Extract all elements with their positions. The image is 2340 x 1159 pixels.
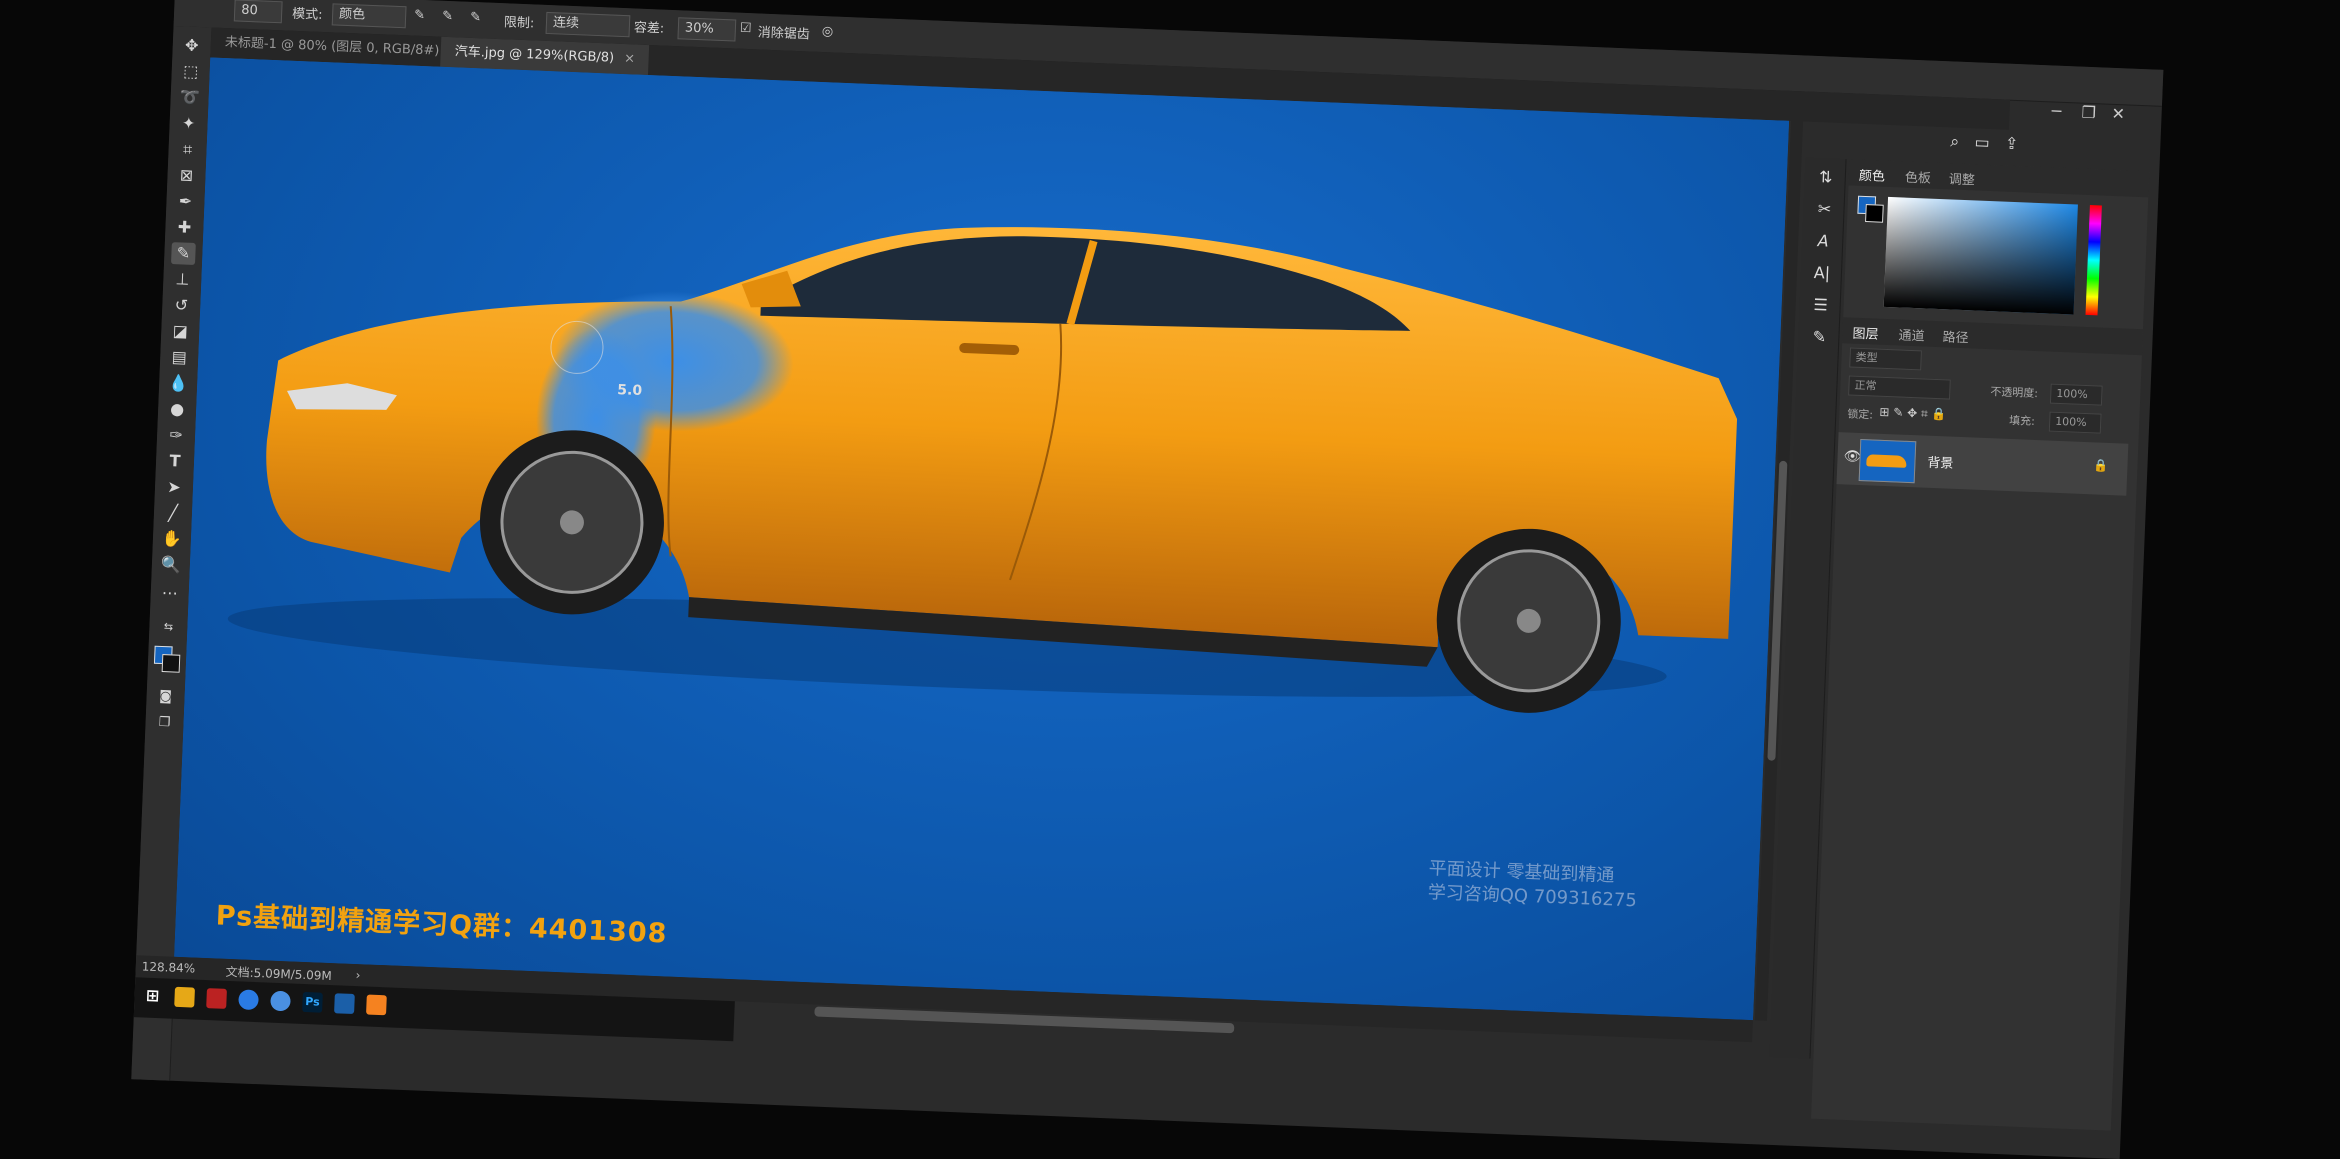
layer-thumbnail xyxy=(1858,438,1917,484)
eyedropper-tool-icon[interactable]: ✒ xyxy=(173,190,198,213)
hand-tool-icon[interactable]: ✋ xyxy=(160,528,185,551)
limits-label: 限制: xyxy=(503,15,535,32)
car-badge: 5.0 xyxy=(617,382,643,399)
tab-label: 汽车.jpg @ 129%(RGB/8) xyxy=(454,44,615,66)
fill-field[interactable]: 100% xyxy=(2048,411,2102,434)
mode-label: 模式: xyxy=(291,6,323,23)
workspace-icons: ⌕ ▭ ⇪ xyxy=(1950,131,2019,154)
tab-channels[interactable]: 通道 xyxy=(1898,324,1925,344)
lock-icons[interactable]: ⊞ ✎ ✥ ⌗ 🔒 xyxy=(1879,405,1947,423)
gradient-tool-icon[interactable]: ▤ xyxy=(167,346,192,369)
watermark-sub: 平面设计 零基础到精通 学习咨询QQ 709316275 xyxy=(1427,857,1638,913)
chrome-icon[interactable] xyxy=(270,990,291,1012)
path-select-icon[interactable]: ➤ xyxy=(162,476,187,499)
screen-mode-icon[interactable]: ❐ xyxy=(152,712,177,735)
antialias-checkbox[interactable]: ☑ xyxy=(740,21,752,36)
search-icon[interactable]: ⌕ xyxy=(1950,131,1960,150)
blend-mode-select[interactable]: 正常 xyxy=(1848,375,1951,400)
more-tools-icon[interactable]: ⋯ xyxy=(157,582,182,605)
maximize-icon[interactable]: ❐ xyxy=(2081,103,2096,123)
pen-tool-icon[interactable]: ✑ xyxy=(164,424,189,447)
opacity-field[interactable]: 100% xyxy=(2049,383,2103,406)
move-tool-icon[interactable]: ✥ xyxy=(179,34,204,57)
status-arrow-icon[interactable]: › xyxy=(355,968,360,982)
eraser-tool-icon[interactable]: ◪ xyxy=(168,320,193,343)
browser-icon[interactable] xyxy=(238,989,259,1011)
windows-start-icon[interactable]: ⊞ xyxy=(142,986,163,1007)
photoshop-frame: 80 模式: 颜色 ✎ ✎ ✎ 限制: 连续 容差: 30% ☑ 消除锯齿 ◎ … xyxy=(131,0,2164,1159)
minimize-icon[interactable]: ─ xyxy=(2051,101,2061,120)
sample-once-icon[interactable]: ✎ xyxy=(442,9,453,24)
layer-lock-icon[interactable]: 🔒 xyxy=(2093,458,2109,473)
document-canvas[interactable]: 5.0 Ps基础到精通学习Q群：4401308 平面设计 零基础到精通 学习咨询… xyxy=(174,57,1790,1021)
color-panel-tabs: 颜色 色板 调整 xyxy=(1848,159,2150,198)
tolerance-label: 容差: xyxy=(633,20,665,37)
character-panel-icon[interactable]: A xyxy=(1812,230,1835,253)
tab-adjustments[interactable]: 调整 xyxy=(1949,168,1976,188)
layer-filter-select[interactable]: 类型 xyxy=(1849,347,1922,371)
file-explorer-icon[interactable] xyxy=(174,986,195,1008)
quick-mask-icon[interactable]: ◙ xyxy=(153,686,178,709)
healing-tool-icon[interactable]: ✚ xyxy=(172,216,197,239)
marquee-tool-icon[interactable]: ⬚ xyxy=(178,60,203,83)
panel-background-swatch[interactable] xyxy=(1865,204,1884,223)
lasso-tool-icon[interactable]: ➰ xyxy=(177,86,202,109)
quick-select-tool-icon[interactable]: ✦ xyxy=(176,112,201,135)
app-icon[interactable] xyxy=(206,988,227,1009)
paragraph-panel-icon[interactable]: A| xyxy=(1811,262,1834,285)
limits-select[interactable]: 连续 xyxy=(545,11,631,38)
layer-name: 背景 xyxy=(1927,455,1954,472)
sample-brush-icon[interactable]: ✎ xyxy=(414,8,425,23)
stamp-tool-icon[interactable]: ⊥ xyxy=(170,268,195,291)
mode-select[interactable]: 颜色 xyxy=(331,3,407,29)
tab-paths[interactable]: 路径 xyxy=(1942,326,1969,346)
sample-swatch-icon[interactable]: ✎ xyxy=(470,10,481,25)
lock-label: 锁定: xyxy=(1847,407,1874,422)
share-icon[interactable]: ⇪ xyxy=(2005,134,2019,154)
media-player-icon[interactable] xyxy=(366,994,387,1016)
background-color-swatch[interactable] xyxy=(161,654,181,673)
brush-settings-icon[interactable]: ✎ xyxy=(1808,326,1831,349)
tolerance-field[interactable]: 30% xyxy=(677,17,737,42)
photoshop-icon[interactable]: Ps xyxy=(302,991,323,1013)
hue-slider[interactable] xyxy=(2085,205,2102,316)
workspace-icon[interactable]: ▭ xyxy=(1974,132,1990,152)
right-panels: 颜色 色板 调整 图层 通道 路径 xyxy=(1811,159,2150,1131)
line-tool-icon[interactable]: ╱ xyxy=(161,502,186,525)
dodge-tool-icon[interactable]: ● xyxy=(165,398,190,421)
tab-color[interactable]: 颜色 xyxy=(1859,165,1886,185)
tab-label: 未标题-1 @ 80% (图层 0, RGB/8#) * xyxy=(224,35,451,60)
size-field[interactable]: 80 xyxy=(233,0,283,24)
crop-tool-icon[interactable]: ⌗ xyxy=(175,138,200,161)
opacity-label: 不透明度: xyxy=(1990,385,2039,401)
frame-tool-icon[interactable]: ⊠ xyxy=(174,164,199,187)
tab-swatches[interactable]: 色板 xyxy=(1905,167,1932,187)
default-colors-icon[interactable]: ⇆ xyxy=(156,616,181,639)
type-tool-icon[interactable]: T xyxy=(163,450,188,473)
antialias-label: 消除锯齿 xyxy=(757,25,811,43)
fill-label: 填充: xyxy=(2008,413,2036,428)
color-picker-field[interactable] xyxy=(1883,196,2078,315)
zoom-tool-icon[interactable]: 🔍 xyxy=(158,554,183,577)
properties-panel-icon[interactable]: ☰ xyxy=(1809,294,1832,317)
app-icon-2[interactable] xyxy=(334,993,355,1015)
close-window-icon[interactable]: ✕ xyxy=(2111,104,2125,124)
pressure-icon[interactable]: ◎ xyxy=(822,24,834,39)
close-icon[interactable]: × xyxy=(624,51,635,66)
brush-tool-icon[interactable]: ✎ xyxy=(170,242,196,266)
history-panel-icon[interactable]: ⇅ xyxy=(1814,166,1837,189)
tool-presets-icon[interactable]: ✂ xyxy=(1813,198,1836,221)
history-brush-icon[interactable]: ↺ xyxy=(169,294,194,317)
photoshop-window: 80 模式: 颜色 ✎ ✎ ✎ 限制: 连续 容差: 30% ☑ 消除锯齿 ◎ … xyxy=(0,0,2340,1159)
zoom-level[interactable]: 128.84% xyxy=(142,959,196,975)
tab-layers[interactable]: 图层 xyxy=(1852,323,1879,343)
blur-tool-icon[interactable]: 💧 xyxy=(166,372,191,395)
